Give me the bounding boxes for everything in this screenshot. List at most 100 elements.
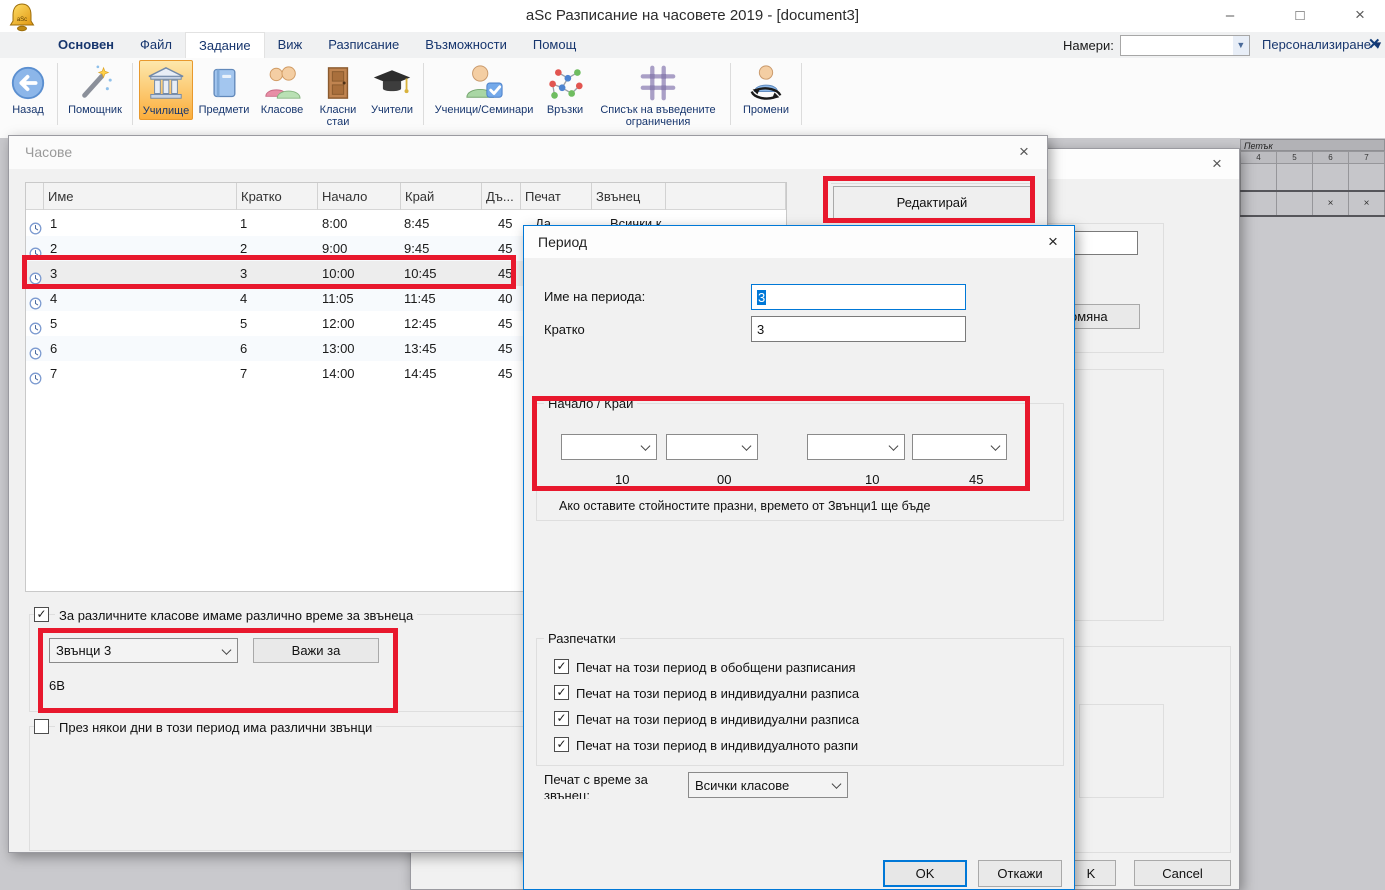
toolbar-item-Ученици/Семинари[interactable]: Ученици/Семинари	[430, 60, 538, 118]
start-hour-value: 10	[615, 472, 629, 487]
ok-button[interactable]: OK	[883, 860, 967, 887]
toolbar-item-Училище[interactable]: Училище	[139, 60, 193, 120]
toolbar-item-label: Класни стаи	[312, 104, 364, 128]
period-name-value: 3	[757, 290, 766, 305]
timetable-period-header: 4	[1241, 152, 1277, 164]
applies-value: 6В	[49, 678, 65, 693]
tab-Файл[interactable]: Файл	[127, 32, 185, 58]
toolbar-item-Назад[interactable]: Назад	[5, 60, 51, 118]
close-button[interactable]: ×	[1337, 0, 1383, 30]
column-header-blank[interactable]	[666, 183, 786, 210]
column-header-Кратко[interactable]: Кратко	[237, 183, 318, 210]
personalize-menu[interactable]: Персонализиране ▾	[1262, 37, 1381, 53]
cell-end: 8:45	[404, 211, 482, 236]
tab-Задание[interactable]: Задание	[185, 32, 265, 58]
cell-short: 2	[240, 236, 318, 261]
bells-dialog-close-icon[interactable]: ×	[1212, 156, 1222, 172]
maximize-button[interactable]: □	[1277, 0, 1323, 30]
period-dialog-close-icon[interactable]: ×	[1048, 234, 1058, 250]
cell-short: 4	[240, 286, 318, 311]
timetable-cell	[1349, 164, 1385, 191]
tab-Разписание[interactable]: Разписание	[315, 32, 412, 58]
find-group: Намери: ▼	[1063, 34, 1250, 56]
find-label: Намери:	[1063, 38, 1114, 53]
toolbar-item-Връзки[interactable]: Връзки	[540, 60, 590, 118]
bells-cancel-button[interactable]: Cancel	[1134, 860, 1231, 886]
column-header-blank[interactable]	[26, 183, 44, 210]
printout-checkbox[interactable]: ✓	[554, 659, 569, 674]
printout-checkbox[interactable]: ✓	[554, 737, 569, 752]
change-button[interactable]: омяна	[1066, 304, 1140, 329]
cell-len: 45	[498, 261, 521, 286]
cell-len: 45	[498, 311, 521, 336]
diff-days-checkbox[interactable]	[34, 719, 49, 734]
column-header-Край[interactable]: Край	[401, 183, 482, 210]
toolbar-item-Класни стаи[interactable]: Класни стаи	[311, 60, 365, 130]
timetable-cell: ×	[1349, 191, 1385, 216]
cell-start: 8:00	[322, 211, 401, 236]
chevron-down-icon	[222, 645, 232, 655]
column-header-Дъ...[interactable]: Дъ...	[482, 183, 521, 210]
bells-name-input[interactable]	[1074, 231, 1138, 255]
clock-icon	[26, 286, 44, 311]
period-name-input[interactable]: 3	[751, 284, 966, 310]
end-hour-select[interactable]	[807, 434, 905, 460]
column-header-Звънец[interactable]: Звънец	[592, 183, 666, 210]
minimize-button[interactable]: –	[1207, 0, 1253, 30]
diff-bells-checkbox[interactable]: ✓	[34, 607, 49, 622]
checkmark-icon: ✓	[556, 738, 566, 751]
find-input[interactable]: ▼	[1120, 35, 1250, 56]
tab-Възможности[interactable]: Възможности	[412, 32, 520, 58]
column-header-Име[interactable]: Име	[44, 183, 237, 210]
toolbar-item-Помощник[interactable]: Помощник	[64, 60, 126, 118]
window-title: aSc Разписание на часовете 2019 - [docum…	[0, 7, 1385, 24]
printout-checkbox[interactable]: ✓	[554, 711, 569, 726]
timetable-period-header: 6	[1313, 152, 1349, 164]
edit-button[interactable]: Редактирай	[833, 186, 1031, 219]
cell-end: 10:45	[404, 261, 482, 286]
clock-icon	[26, 261, 44, 286]
chevron-down-icon[interactable]: ▼	[1233, 36, 1249, 55]
find-input-field[interactable]	[1121, 36, 1231, 53]
door-icon	[321, 62, 355, 104]
constraints-grid-icon	[638, 62, 678, 104]
bell-time-select[interactable]: Всички класове	[688, 772, 848, 798]
cell-start: 12:00	[322, 311, 401, 336]
toolbar-item-label: Училище	[143, 105, 189, 117]
printout-checkbox[interactable]: ✓	[554, 685, 569, 700]
column-header-Печат[interactable]: Печат	[521, 183, 592, 210]
period-short-input[interactable]: 3	[751, 316, 966, 342]
toolbar-item-Предмети[interactable]: Предмети	[195, 60, 253, 118]
book-icon	[206, 62, 242, 104]
toolbar-item-Учители[interactable]: Учители	[367, 60, 417, 118]
checkmark-icon: ✓	[36, 608, 46, 621]
timetable-cell	[1277, 164, 1313, 191]
start-min-select[interactable]	[666, 434, 758, 460]
period-name-label: Име на периода:	[544, 289, 645, 304]
cell-short: 5	[240, 311, 318, 336]
cell-len: 40	[498, 286, 521, 311]
tab-Помощ[interactable]: Помощ	[520, 32, 589, 58]
clock-icon	[26, 211, 44, 236]
bells-select-value: Звънци 3	[56, 643, 111, 658]
toolbar-item-label: Предмети	[199, 104, 250, 116]
toolbar-item-Класове[interactable]: Класове	[255, 60, 309, 118]
chevron-down-icon	[742, 441, 752, 451]
cell-short: 6	[240, 336, 318, 361]
toolbar-separator	[57, 63, 58, 125]
applies-button[interactable]: Важи за	[253, 638, 379, 663]
timetable-cell	[1241, 191, 1277, 216]
hours-dialog-close-icon[interactable]: ×	[1019, 144, 1029, 160]
end-min-select[interactable]	[912, 434, 1007, 460]
cell-name: 2	[50, 236, 237, 261]
tab-Основен[interactable]: Основен	[45, 32, 127, 58]
tab-Виж[interactable]: Виж	[265, 32, 316, 58]
bells-select[interactable]: Звънци 3	[49, 638, 238, 663]
toolbar-item-Списък на въведените ограничения[interactable]: Списък на въведените ограничения	[592, 60, 724, 130]
cancel-button[interactable]: Откажи	[978, 860, 1062, 887]
personalize-close-icon[interactable]: ✕	[1368, 35, 1381, 53]
column-header-Начало[interactable]: Начало	[318, 183, 401, 210]
toolbar-item-Промени[interactable]: Промени	[737, 60, 795, 118]
start-hour-select[interactable]	[561, 434, 657, 460]
diff-days-checkbox-label: През някои дни в този период има различн…	[55, 720, 376, 735]
